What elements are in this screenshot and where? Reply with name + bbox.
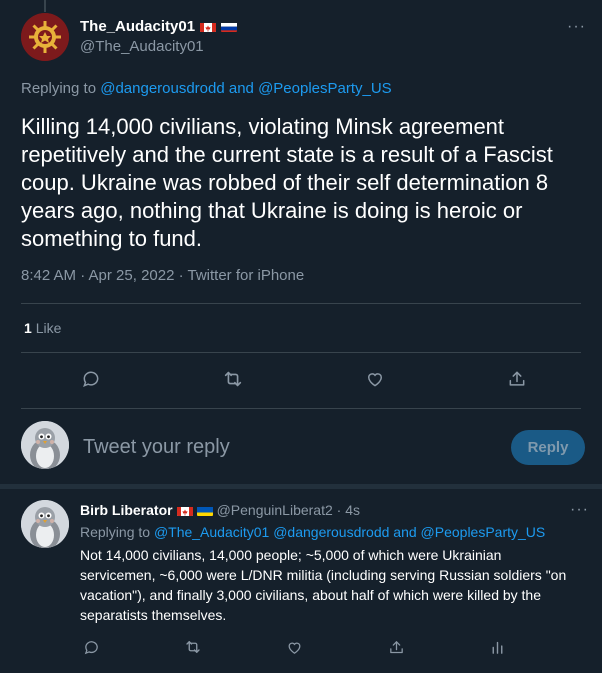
analytics-icon[interactable] xyxy=(486,636,508,658)
reply-button[interactable]: Reply xyxy=(511,430,585,465)
section-separator xyxy=(0,484,602,489)
like-icon[interactable] xyxy=(364,368,386,390)
canada-flag-icon xyxy=(176,505,193,516)
replying-to-links[interactable]: @The_Audacity01 @dangerousdrodd and @Peo… xyxy=(154,524,545,540)
replying-to: Replying to @The_Audacity01 @dangerousdr… xyxy=(80,524,545,540)
like-count[interactable]: 1 Like xyxy=(24,320,61,336)
avatar[interactable] xyxy=(21,421,69,469)
tweet-text: Not 14,000 civilians, 14,000 people; ~5,… xyxy=(80,547,567,623)
share-icon[interactable] xyxy=(385,636,407,658)
handle[interactable]: @The_Audacity01 xyxy=(80,38,204,55)
reply-icon[interactable] xyxy=(80,636,102,658)
ukraine-flag-icon xyxy=(196,505,213,516)
thread-line xyxy=(44,0,46,12)
like-icon[interactable] xyxy=(283,636,305,658)
handle-and-time[interactable]: @PenguinLiberat2 · 4s xyxy=(217,502,360,518)
retweet-icon[interactable] xyxy=(222,368,244,390)
replying-to-links[interactable]: @dangerousdrodd and @PeoplesParty_US xyxy=(100,80,391,97)
reply-input[interactable]: Tweet your reply xyxy=(83,436,230,459)
reply-icon[interactable] xyxy=(80,368,102,390)
share-icon[interactable] xyxy=(506,368,528,390)
reply-composer: Tweet your reply Reply xyxy=(0,410,602,484)
more-options-icon[interactable]: ··· xyxy=(570,501,589,519)
display-name[interactable]: Birb Liberator xyxy=(80,502,173,518)
retweet-icon[interactable] xyxy=(182,636,204,658)
divider xyxy=(21,352,581,353)
penguin-avatar-icon xyxy=(21,421,69,469)
tweet-text: Killing 14,000 civilians, violating Mins… xyxy=(21,114,553,251)
replying-prefix: Replying to xyxy=(80,524,151,540)
canada-flag-icon xyxy=(200,21,217,32)
avatar[interactable] xyxy=(21,500,69,548)
avatar[interactable] xyxy=(21,13,69,61)
replying-prefix: Replying to xyxy=(21,80,97,97)
like-label: Like xyxy=(35,320,62,336)
russia-flag-icon xyxy=(221,21,238,32)
display-name[interactable]: The_Audacity01 xyxy=(80,18,195,35)
divider xyxy=(21,303,581,304)
author-row: Birb Liberator @PenguinLiberat2 · 4s xyxy=(80,502,360,518)
penguin-avatar-icon xyxy=(21,500,69,548)
emblem-icon xyxy=(21,13,69,61)
more-options-icon[interactable]: ··· xyxy=(567,18,586,36)
like-number: 1 xyxy=(24,320,32,336)
tweet-meta[interactable]: 8:42 AM · Apr 25, 2022 · Twitter for iPh… xyxy=(21,267,304,284)
divider xyxy=(21,408,581,409)
author-row: The_Audacity01 xyxy=(80,18,238,35)
replying-to: Replying to @dangerousdrodd and @Peoples… xyxy=(21,80,392,97)
